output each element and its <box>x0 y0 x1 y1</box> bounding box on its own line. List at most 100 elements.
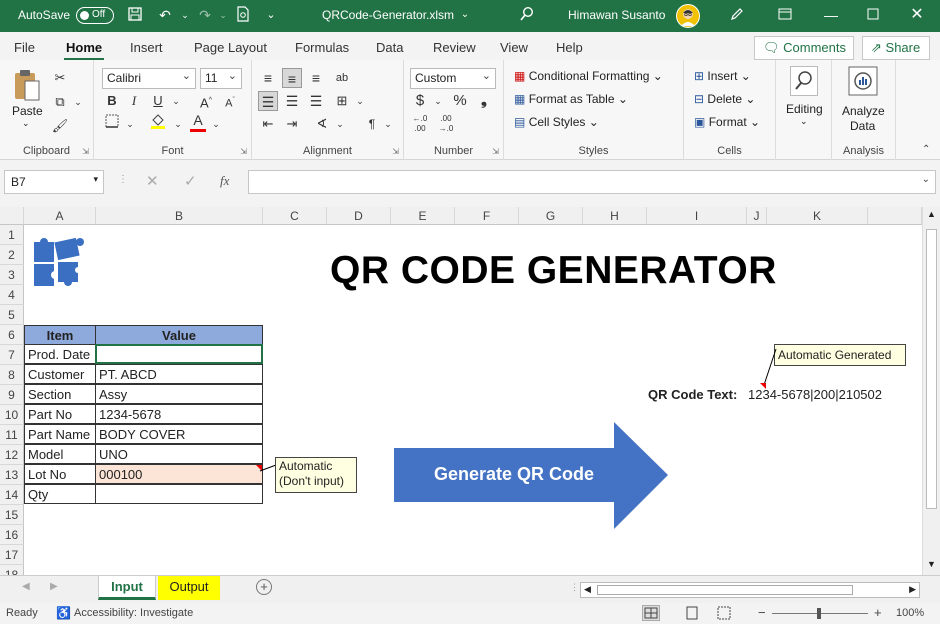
scroll-right-icon[interactable]: ▶ <box>909 584 916 595</box>
table-value-cell[interactable]: UNO <box>95 444 263 464</box>
underline-icon[interactable]: U <box>148 91 168 111</box>
tab-page-layout[interactable]: Page Layout <box>194 40 267 55</box>
minimize-icon[interactable]: — <box>822 6 840 24</box>
zoom-level[interactable]: 100% <box>896 607 924 619</box>
decrease-decimal-icon[interactable]: .00 →.0 <box>436 114 456 134</box>
sheet-tab-input[interactable]: Input <box>98 576 156 600</box>
cancel-icon[interactable]: ✕ <box>146 172 159 190</box>
editing-dropdown-icon[interactable]: ⌄ <box>800 116 808 127</box>
row-header[interactable]: 6 <box>0 325 24 345</box>
fill-color-dropdown-icon[interactable]: ⌄ <box>168 114 188 134</box>
increase-indent-icon[interactable]: ⇥ <box>282 114 302 134</box>
font-color-icon[interactable]: A <box>188 110 208 130</box>
comments-button[interactable]: 🗨 Comments <box>754 36 854 60</box>
scroll-tabs-left-icon[interactable]: ◀ <box>22 581 30 592</box>
column-header[interactable]: K <box>767 207 868 225</box>
maximize-icon[interactable] <box>864 6 882 24</box>
copy-icon[interactable]: ⧉ <box>50 92 70 112</box>
cut-icon[interactable]: ✂ <box>50 68 70 88</box>
text-direction-dropdown-icon[interactable]: ⌄ <box>378 114 398 134</box>
zoom-in-icon[interactable]: + <box>874 605 882 620</box>
enter-icon[interactable]: ✓ <box>184 172 197 190</box>
row-header[interactable]: 11 <box>0 425 24 445</box>
page-break-view-icon[interactable] <box>716 605 732 624</box>
dialog-launcher-icon[interactable]: ⇲ <box>492 147 499 156</box>
table-item-cell[interactable]: Lot No <box>24 464 96 484</box>
column-header[interactable]: A <box>24 207 96 225</box>
italic-icon[interactable]: I <box>124 91 144 111</box>
expand-formula-icon[interactable]: ⌄ <box>922 174 930 185</box>
currency-icon[interactable]: $ <box>410 91 430 111</box>
align-bottom-icon[interactable]: ≡ <box>306 68 326 88</box>
user-avatar[interactable] <box>676 4 700 28</box>
decrease-indent-icon[interactable]: ⇤ <box>258 114 278 134</box>
column-header[interactable]: H <box>583 207 647 225</box>
font-color-dropdown-icon[interactable]: ⌄ <box>206 114 226 134</box>
search-icon[interactable] <box>518 6 536 24</box>
tab-help[interactable]: Help <box>556 40 583 55</box>
tab-view[interactable]: View <box>500 40 528 55</box>
formula-bar-options-icon[interactable]: ⋮ <box>118 174 128 185</box>
accessibility-status[interactable]: Accessibility: Investigate <box>74 607 193 619</box>
currency-dropdown-icon[interactable]: ⌄ <box>428 91 448 111</box>
close-icon[interactable]: ✕ <box>908 6 926 24</box>
number-format-dropdown[interactable]: Custom <box>410 68 496 89</box>
table-value-cell[interactable]: 1234-5678 <box>95 404 263 424</box>
row-header[interactable]: 5 <box>0 305 24 325</box>
pen-icon[interactable] <box>728 6 746 24</box>
table-item-cell[interactable]: Model <box>24 444 96 464</box>
row-header[interactable]: 18 <box>0 565 24 575</box>
print-preview-icon[interactable] <box>234 6 252 24</box>
row-header[interactable]: 3 <box>0 265 24 285</box>
zoom-out-icon[interactable]: − <box>758 605 766 620</box>
name-box-dropdown-icon[interactable]: ▾ <box>93 174 98 185</box>
borders-icon[interactable] <box>102 114 122 134</box>
tab-insert[interactable]: Insert <box>130 40 163 55</box>
find-select-icon[interactable] <box>790 66 818 96</box>
table-item-cell[interactable]: Qty <box>24 484 96 504</box>
format-cells-button[interactable]: ▣ Format ⌄ <box>694 115 760 129</box>
dialog-launcher-icon[interactable]: ⇲ <box>82 147 89 156</box>
vertical-scrollbar[interactable]: ▲ ▼ <box>922 207 940 575</box>
autosave-toggle[interactable]: Off <box>76 7 114 24</box>
row-header[interactable]: 7 <box>0 345 24 365</box>
scroll-down-icon[interactable]: ▼ <box>927 559 936 569</box>
merge-center-icon[interactable]: ⊞ <box>332 91 352 111</box>
table-header-value[interactable]: Value <box>95 325 263 345</box>
grow-font-icon[interactable]: A^ <box>196 91 216 111</box>
row-header[interactable]: 4 <box>0 285 24 305</box>
table-value-cell[interactable]: BODY COVER <box>95 424 263 444</box>
save-icon[interactable] <box>126 6 144 24</box>
select-all-corner[interactable] <box>0 207 24 225</box>
merge-dropdown-icon[interactable]: ⌄ <box>350 91 370 111</box>
analyze-label[interactable]: Analyze <box>842 104 885 118</box>
column-header[interactable]: G <box>519 207 583 225</box>
delete-cells-button[interactable]: ⊟ Delete ⌄ <box>694 92 755 106</box>
column-header[interactable]: B <box>96 207 263 225</box>
underline-dropdown-icon[interactable]: ⌄ <box>166 91 186 111</box>
scroll-up-icon[interactable]: ▲ <box>927 209 936 219</box>
tab-review[interactable]: Review <box>433 40 476 55</box>
worksheet-grid[interactable]: A B C D E F G H I J K 1 2 3 4 5 6 7 8 9 … <box>0 207 922 575</box>
paste-label[interactable]: Paste <box>12 104 43 118</box>
customize-qat-icon[interactable]: ⌄ <box>262 6 280 24</box>
table-item-cell[interactable]: Prod. Date <box>24 344 96 364</box>
row-header[interactable]: 10 <box>0 405 24 425</box>
sheet-tab-output[interactable]: Output <box>158 576 220 600</box>
format-as-table-button[interactable]: ▦ Format as Table ⌄ <box>514 92 628 106</box>
row-header[interactable]: 2 <box>0 245 24 265</box>
column-header[interactable]: C <box>263 207 327 225</box>
row-header[interactable]: 15 <box>0 505 24 525</box>
tab-splitter-icon[interactable]: ⋮ <box>570 582 579 593</box>
table-item-cell[interactable]: Customer <box>24 364 96 384</box>
align-right-icon[interactable]: ☰ <box>306 91 326 111</box>
copy-dropdown-icon[interactable]: ⌄ <box>68 92 88 112</box>
scroll-left-icon[interactable]: ◀ <box>584 584 591 595</box>
format-painter-icon[interactable]: 🖌 <box>50 116 70 136</box>
row-header[interactable]: 8 <box>0 365 24 385</box>
row-header[interactable]: 16 <box>0 525 24 545</box>
editing-label[interactable]: Editing <box>786 102 823 116</box>
dialog-launcher-icon[interactable]: ⇲ <box>392 147 399 156</box>
column-header[interactable]: D <box>327 207 391 225</box>
tab-formulas[interactable]: Formulas <box>295 40 349 55</box>
